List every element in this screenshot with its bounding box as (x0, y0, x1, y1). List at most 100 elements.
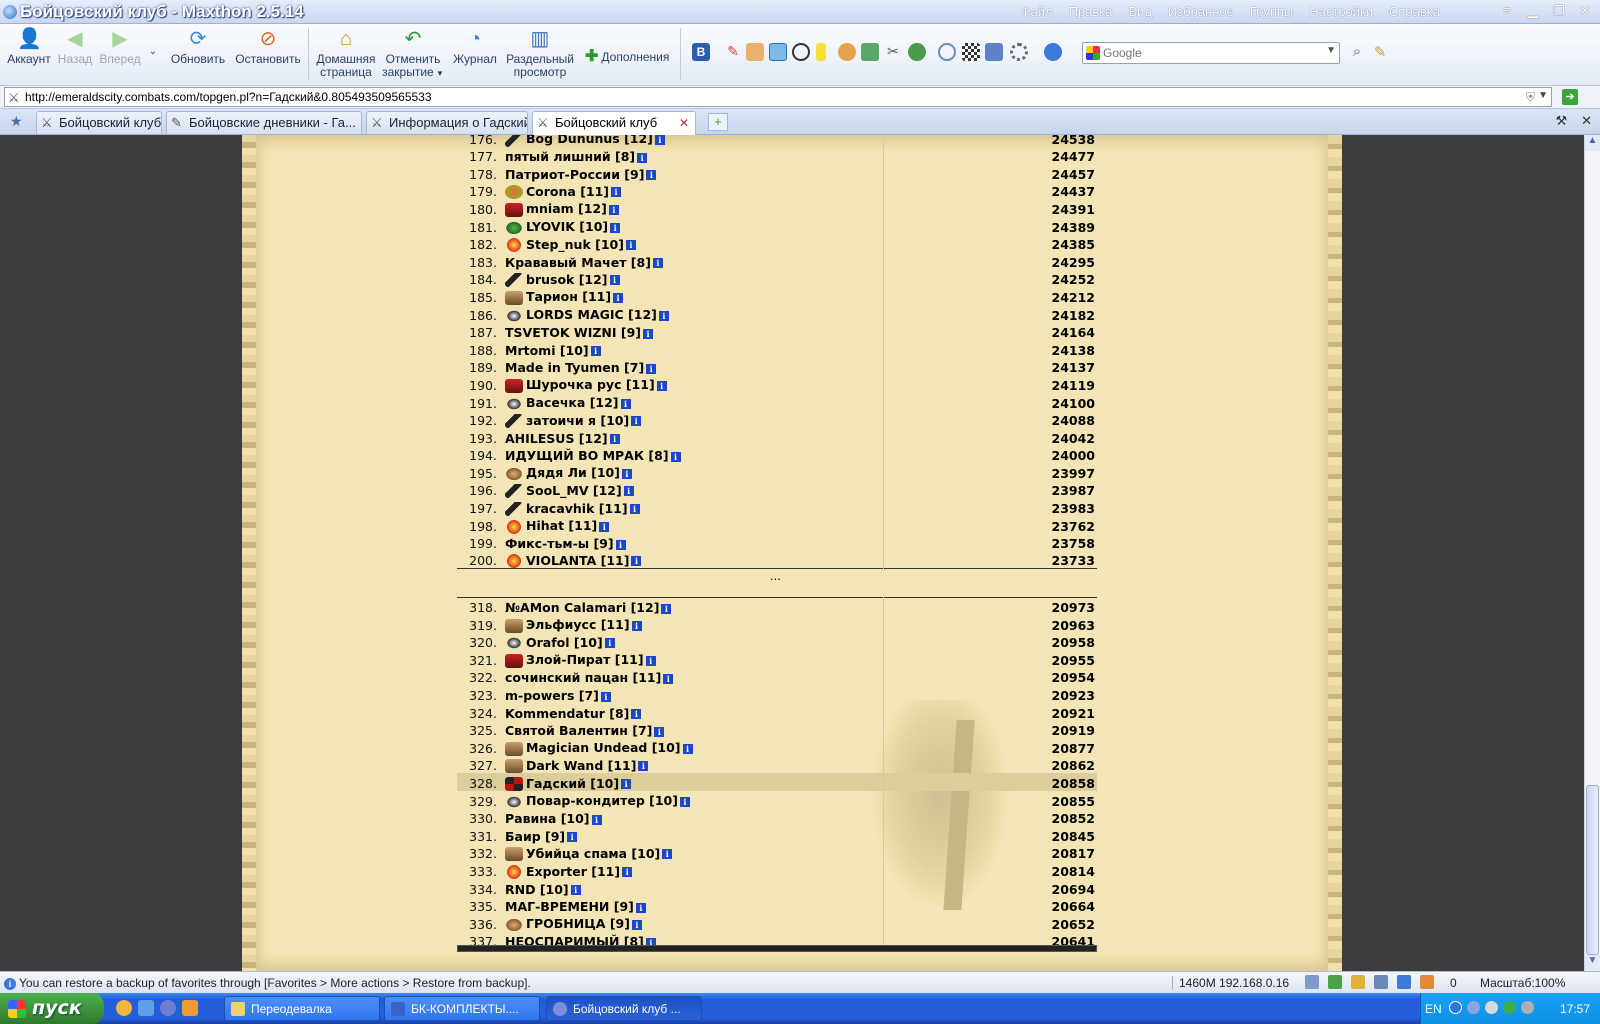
menu-toggle-icon[interactable]: ≡ (1498, 2, 1516, 20)
tray-arrow-icon[interactable] (1449, 1001, 1462, 1014)
player-info-icon[interactable]: i (622, 867, 633, 877)
quicklaunch-icon[interactable] (116, 1000, 132, 1016)
quicklaunch-icon[interactable] (138, 1000, 154, 1016)
search-input[interactable] (1103, 45, 1313, 61)
player-info-icon[interactable]: i (638, 761, 649, 772)
player-info-icon[interactable]: i (654, 135, 665, 145)
language-indicator[interactable]: EN (1425, 1002, 1442, 1016)
addons-button[interactable]: ✚ Дополнения (585, 46, 669, 66)
chevron-down-icon[interactable]: ▼ (1326, 45, 1336, 56)
player-info-icon[interactable]: i (645, 655, 656, 666)
compass-icon[interactable] (792, 43, 810, 61)
clan-emblem-icon[interactable] (505, 396, 523, 411)
speaker-icon[interactable] (1305, 975, 1319, 989)
task-document[interactable]: БК-КОМПЛЕКТЫ.... (384, 996, 540, 1021)
menu-favorites[interactable]: Избранное (1168, 4, 1234, 19)
player-info-icon[interactable]: i (670, 451, 681, 462)
player-info-icon[interactable]: i (656, 380, 667, 391)
tab-diaries[interactable]: ✎ Бойцовские дневники - Га... (166, 111, 362, 134)
search-icon[interactable]: ⌕ (1348, 43, 1366, 61)
player-info-icon[interactable]: i (662, 849, 673, 860)
player-info-icon[interactable]: i (637, 152, 648, 163)
clan-emblem-icon[interactable] (505, 135, 523, 147)
player-info-icon[interactable]: i (621, 779, 632, 790)
palette-icon[interactable] (838, 43, 856, 61)
refresh-button[interactable]: ⟳ Обновить (168, 28, 228, 66)
close-button[interactable]: ✕ (1576, 2, 1594, 20)
clan-emblem-icon[interactable] (505, 777, 523, 792)
tool-icon[interactable]: ✂ (884, 43, 902, 61)
menu-settings[interactable]: Настройки (1309, 4, 1373, 19)
clan-emblem-icon[interactable] (505, 741, 523, 756)
edit-icon[interactable] (1420, 975, 1434, 989)
player-info-icon[interactable]: i (661, 603, 672, 614)
player-info-icon[interactable]: i (615, 539, 626, 550)
chevron-down-icon[interactable]: ▼ (1538, 90, 1548, 101)
menu-file[interactable]: Файл (1021, 4, 1053, 19)
clan-emblem-icon[interactable] (505, 466, 523, 481)
vertical-scrollbar[interactable]: ▲ ▼ (1584, 135, 1600, 971)
clan-emblem-icon[interactable] (505, 917, 523, 932)
player-info-icon[interactable]: i (609, 275, 620, 286)
clan-emblem-icon[interactable] (505, 794, 523, 809)
player-info-icon[interactable]: i (625, 240, 636, 251)
player-info-icon[interactable]: i (567, 832, 578, 843)
image-icon[interactable] (861, 43, 879, 61)
forward-button[interactable]: ▶ Вперед (97, 28, 143, 66)
menu-help[interactable]: Справка (1389, 4, 1440, 19)
clan-emblem-icon[interactable] (505, 220, 523, 235)
player-info-icon[interactable]: i (570, 885, 581, 896)
clan-emblem-icon[interactable] (505, 618, 523, 633)
tab-fight-club-1[interactable]: ⚔ Бойцовский клуб (36, 111, 162, 134)
player-info-icon[interactable]: i (608, 204, 619, 215)
restore-button[interactable]: ❐ (1550, 2, 1568, 20)
clan-emblem-icon[interactable] (505, 273, 523, 288)
screen-capture-icon[interactable] (985, 43, 1003, 61)
go-icon[interactable]: ➔ (1562, 89, 1578, 105)
player-info-icon[interactable]: i (611, 187, 622, 198)
tray-icon[interactable] (1521, 1001, 1534, 1014)
player-info-icon[interactable]: i (621, 468, 632, 479)
start-button[interactable]: пуск (0, 993, 104, 1024)
account-button[interactable]: 👤 Аккаунт (6, 28, 52, 66)
player-info-icon[interactable]: i (599, 521, 610, 532)
player-info-icon[interactable]: i (658, 310, 669, 321)
close-tab-icon[interactable]: ✕ (679, 116, 689, 130)
clan-emblem-icon[interactable] (505, 554, 523, 569)
player-info-icon[interactable]: i (643, 328, 654, 339)
player-info-icon[interactable]: i (631, 416, 642, 427)
zoom-level[interactable]: Масштаб:100% (1480, 976, 1565, 990)
minimize-button[interactable]: ▁ (1524, 2, 1542, 20)
player-info-icon[interactable]: i (631, 709, 642, 720)
player-info-icon[interactable]: i (623, 486, 634, 497)
quicklaunch-icon[interactable] (182, 1000, 198, 1016)
clan-emblem-icon[interactable] (505, 185, 523, 200)
clan-emblem-icon[interactable] (505, 653, 523, 668)
clan-emblem-icon[interactable] (505, 308, 523, 323)
wrench-icon[interactable]: ⚒ (1555, 113, 1567, 129)
rss-icon[interactable] (1351, 975, 1365, 989)
clan-emblem-icon[interactable] (505, 202, 523, 217)
tab-info[interactable]: ⚔ Информация о Гадский (366, 111, 528, 134)
player-info-icon[interactable]: i (635, 902, 646, 913)
clan-emblem-icon[interactable] (505, 378, 523, 393)
new-tab-button[interactable]: + (708, 113, 728, 131)
clan-emblem-icon[interactable] (505, 759, 523, 774)
player-info-icon[interactable]: i (604, 638, 615, 649)
globe-icon[interactable] (908, 43, 926, 61)
player-info-icon[interactable]: i (679, 796, 690, 807)
close-all-icon[interactable]: ✕ (1581, 113, 1592, 129)
clan-emblem-icon[interactable] (505, 238, 523, 253)
url-input[interactable] (25, 89, 1495, 105)
player-info-icon[interactable]: i (591, 814, 602, 825)
clan-emblem-icon[interactable] (505, 414, 523, 429)
clan-emblem-icon[interactable] (505, 847, 523, 862)
shield-icon[interactable]: ⛨ (1526, 90, 1535, 105)
clan-emblem-icon[interactable] (505, 484, 523, 499)
player-info-icon[interactable]: i (631, 620, 642, 631)
clan-emblem-icon[interactable] (505, 865, 523, 879)
player-info-icon[interactable]: i (631, 556, 642, 567)
network-icon[interactable] (1397, 975, 1411, 989)
scroll-down-icon[interactable]: ▼ (1585, 955, 1600, 971)
tray-icon[interactable] (1503, 1001, 1516, 1014)
